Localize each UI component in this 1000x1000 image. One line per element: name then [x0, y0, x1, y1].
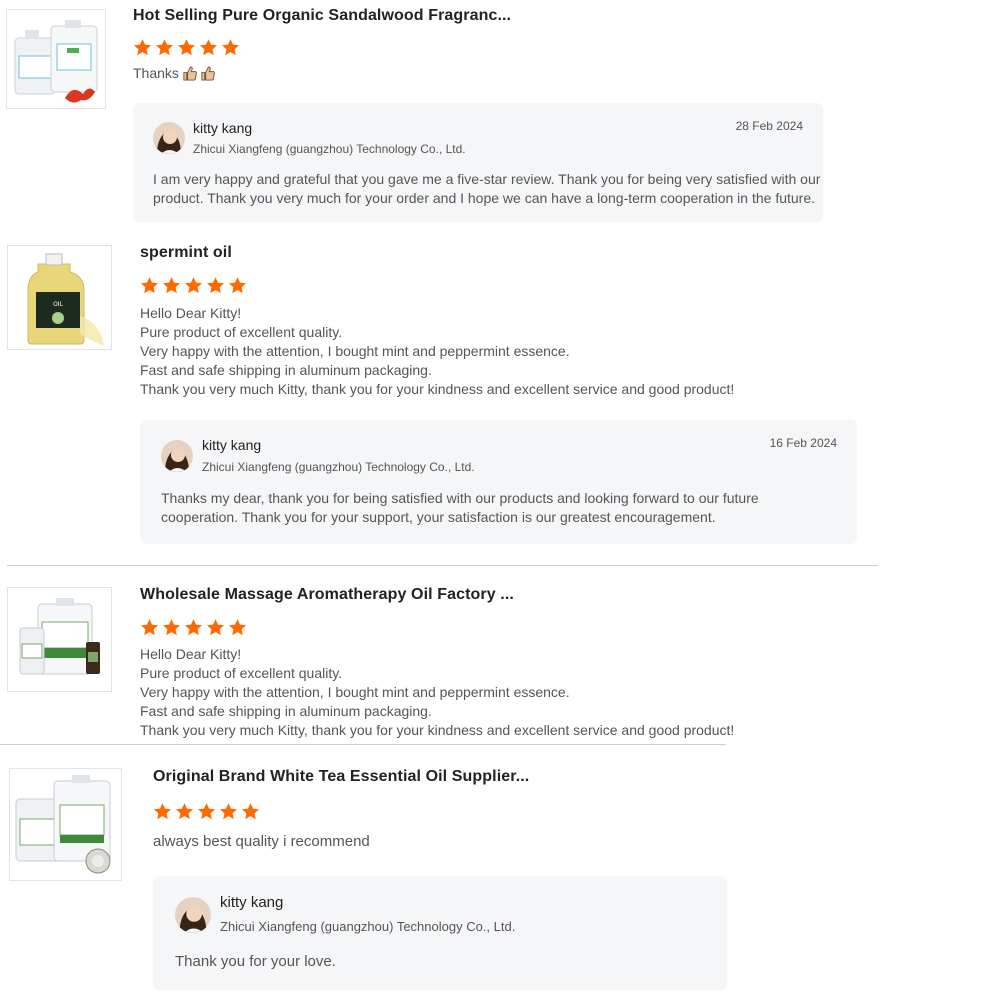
thumbs-up-icon	[182, 66, 197, 86]
star-icon	[200, 39, 217, 56]
review-comment: Thanks	[133, 64, 215, 86]
star-icon	[163, 619, 180, 636]
comment-text: always best quality i recommend	[153, 833, 370, 850]
seller-reply: kitty kang Zhicui Xiangfeng (guangzhou) …	[133, 103, 823, 222]
star-icon	[207, 619, 224, 636]
avatar	[175, 897, 211, 933]
star-icon	[229, 277, 246, 294]
reply-company: Zhicui Xiangfeng (guangzhou) Technology …	[220, 919, 516, 934]
star-icon	[198, 803, 215, 820]
star-rating	[140, 618, 247, 638]
star-icon	[207, 277, 224, 294]
reply-date: 28 Feb 2024	[735, 119, 803, 133]
product-thumbnail[interactable]	[7, 587, 112, 692]
thumbs-up-icon	[200, 66, 215, 86]
product-thumbnail[interactable]	[6, 9, 106, 109]
star-icon	[154, 803, 171, 820]
product-image	[10, 769, 121, 880]
reply-text: I am very happy and grateful that you ga…	[153, 171, 821, 206]
star-icon	[185, 619, 202, 636]
comment-text: Thanks	[133, 65, 179, 81]
reply-text: Thank you for your love.	[175, 953, 336, 970]
review-comment: Hello Dear Kitty! Pure product of excell…	[140, 305, 735, 397]
seller-reply: kitty kang Zhicui Xiangfeng (guangzhou) …	[153, 876, 727, 990]
product-title[interactable]: Hot Selling Pure Organic Sandalwood Frag…	[133, 7, 511, 25]
avatar	[161, 440, 193, 472]
reply-author: kitty kang	[220, 894, 284, 911]
divider	[7, 565, 878, 566]
avatar	[153, 122, 185, 154]
product-title[interactable]: Original Brand White Tea Essential Oil S…	[153, 768, 529, 786]
reply-company: Zhicui Xiangfeng (guangzhou) Technology …	[193, 142, 466, 156]
star-icon	[242, 803, 259, 820]
star-icon	[222, 39, 239, 56]
star-icon	[156, 39, 173, 56]
star-icon	[229, 619, 246, 636]
star-icon	[141, 619, 158, 636]
svg-text:OIL: OIL	[53, 301, 63, 308]
product-title[interactable]: Wholesale Massage Aromatherapy Oil Facto…	[140, 586, 514, 604]
star-icon	[163, 277, 180, 294]
product-image	[8, 588, 111, 691]
product-thumbnail[interactable]	[9, 768, 122, 881]
review-comment: Hello Dear Kitty! Pure product of excell…	[140, 646, 735, 738]
star-icon	[134, 39, 151, 56]
product-title[interactable]: spermint oil	[140, 244, 232, 262]
star-icon	[141, 277, 158, 294]
product-image	[7, 10, 105, 108]
star-rating	[133, 38, 240, 58]
product-thumbnail[interactable]: OIL	[7, 245, 112, 350]
reply-company: Zhicui Xiangfeng (guangzhou) Technology …	[202, 460, 475, 474]
reply-text: Thanks my dear, thank you for being sati…	[161, 490, 759, 525]
reply-date: 16 Feb 2024	[769, 436, 837, 450]
seller-reply: kitty kang Zhicui Xiangfeng (guangzhou) …	[140, 420, 857, 544]
divider	[0, 744, 726, 745]
product-image: OIL	[8, 246, 111, 349]
star-rating	[140, 276, 247, 296]
review-comment: always best quality i recommend	[153, 832, 370, 851]
reply-author: kitty kang	[202, 437, 262, 453]
star-rating	[153, 802, 260, 822]
star-icon	[185, 277, 202, 294]
reply-author: kitty kang	[193, 120, 253, 136]
star-icon	[178, 39, 195, 56]
star-icon	[176, 803, 193, 820]
star-icon	[220, 803, 237, 820]
